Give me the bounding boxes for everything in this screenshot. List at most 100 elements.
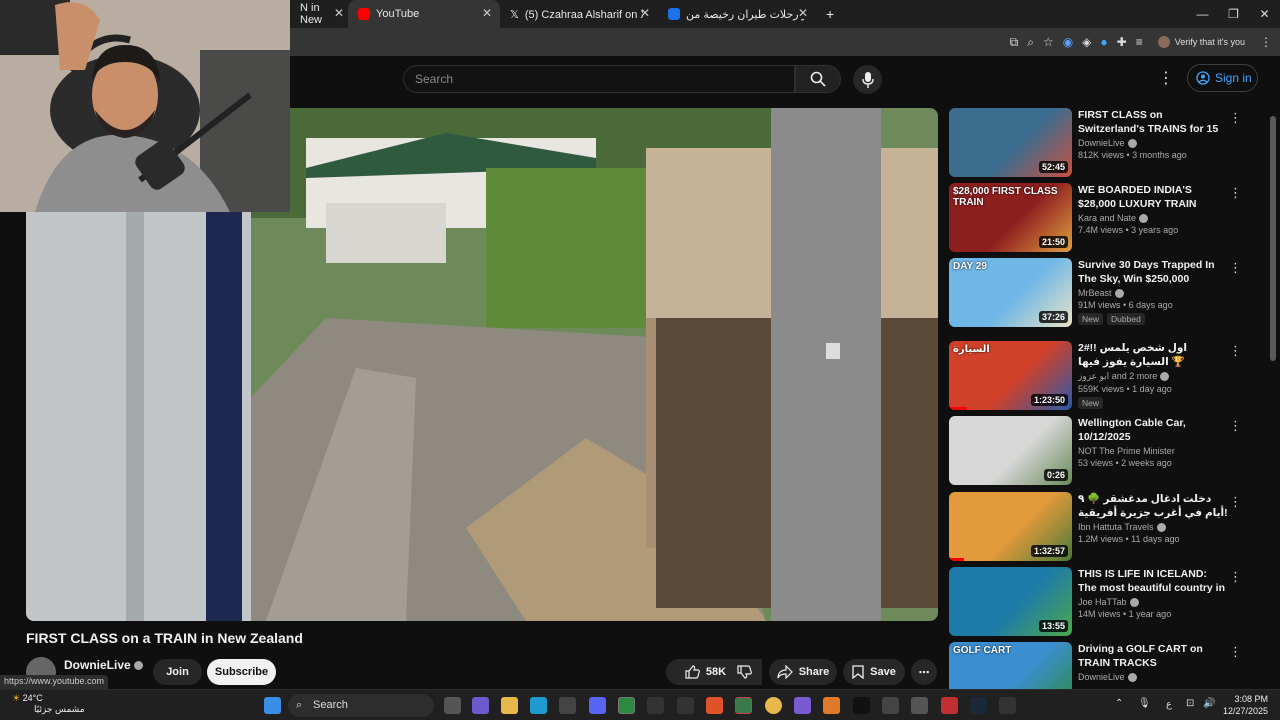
tray-mic-icon[interactable]: 🎙 xyxy=(1138,698,1151,709)
video-thumbnail[interactable]: 1:32:57 xyxy=(949,492,1072,561)
video-menu-icon[interactable]: ⋮ xyxy=(1229,418,1242,434)
file-explorer-icon[interactable] xyxy=(501,697,518,714)
chrome-icon[interactable] xyxy=(618,697,635,714)
video-thumbnail[interactable]: السيارة 1:23:50 xyxy=(949,341,1072,410)
channel-name[interactable]: DownieLive xyxy=(1078,138,1228,149)
video-thumbnail[interactable]: 13:55 xyxy=(949,567,1072,636)
app-icon-8[interactable] xyxy=(999,697,1016,714)
extension-blue-icon[interactable]: ● xyxy=(1100,35,1107,49)
minimize-icon[interactable]: — xyxy=(1187,0,1218,28)
extension-game-icon[interactable]: ◈ xyxy=(1082,35,1091,49)
video-thumbnail[interactable]: $28,000 FIRST CLASS TRAIN 21:50 xyxy=(949,183,1072,252)
channel-name[interactable]: NOT The Prime Minister xyxy=(1078,446,1228,456)
video-menu-icon[interactable]: ⋮ xyxy=(1229,343,1242,359)
channel-name[interactable]: ابو عزوز and 2 more xyxy=(1078,371,1228,382)
taskbar-clock[interactable]: 3:08 PM 12/27/2025 xyxy=(1223,693,1268,717)
video-thumbnail[interactable]: 0:26 xyxy=(949,416,1072,485)
video-title[interactable]: 2#!! اول شخص يلمس السيارة يفوز فيها 🏆 xyxy=(1078,341,1228,369)
recommended-video[interactable]: السيارة 1:23:50 2#!! اول شخص يلمس السيارة … xyxy=(949,341,1264,411)
media-control-icon[interactable]: ≡ xyxy=(1136,35,1143,49)
recommended-video[interactable]: 13:55 THIS IS LIFE IN ICELAND: The most b… xyxy=(949,567,1264,637)
install-app-icon[interactable]: ⧉ xyxy=(1010,35,1019,50)
search-input[interactable]: Search xyxy=(403,65,795,93)
app-icon-6[interactable] xyxy=(911,697,928,714)
close-tab-icon[interactable]: ✕ xyxy=(482,6,492,20)
restore-icon[interactable]: ❐ xyxy=(1218,0,1249,28)
bookmark-star-icon[interactable]: ☆ xyxy=(1043,35,1054,49)
extension-audio-icon[interactable]: ◉ xyxy=(1063,35,1073,49)
video-title[interactable]: Driving a GOLF CART on TRAIN TRACKS xyxy=(1078,642,1228,670)
task-view-icon[interactable] xyxy=(444,697,461,714)
video-menu-icon[interactable]: ⋮ xyxy=(1229,110,1242,126)
app-icon-2[interactable] xyxy=(677,697,694,714)
video-thumbnail[interactable]: DAY 29 37:26 xyxy=(949,258,1072,327)
app-icon-3[interactable] xyxy=(794,697,811,714)
channel-name[interactable]: DownieLive xyxy=(64,658,143,672)
page-scrollbar[interactable] xyxy=(1270,116,1276,361)
app-icon-4[interactable] xyxy=(823,697,840,714)
copilot-icon[interactable] xyxy=(472,697,489,714)
app-icon-7[interactable] xyxy=(941,697,958,714)
zoom-icon[interactable]: ⌕ xyxy=(1027,35,1034,50)
channel-name[interactable]: Joe HaTTab xyxy=(1078,597,1228,608)
recommended-video[interactable]: 0:26 Wellington Cable Car, 10/12/2025 NOT … xyxy=(949,416,1264,486)
tab-x-post[interactable]: 𝕏 (5) Czahraa Alsharif on X: "بالـ ... ✕ xyxy=(500,0,658,28)
video-menu-icon[interactable]: ⋮ xyxy=(1229,185,1242,201)
discord-icon[interactable] xyxy=(589,697,606,714)
share-button[interactable]: Share xyxy=(769,659,837,685)
weather-widget[interactable]: ☀ 24°C مشمس جزئيًا xyxy=(12,693,85,715)
app-icon-1[interactable] xyxy=(647,697,664,714)
taskbar-search[interactable]: ⌕ Search xyxy=(288,694,434,717)
video-title[interactable]: FIRST CLASS on Switzerland's TRAINS for … xyxy=(1078,108,1228,136)
store-icon[interactable] xyxy=(559,697,576,714)
tiktok-icon[interactable] xyxy=(853,697,870,714)
brave-icon[interactable] xyxy=(706,697,723,714)
video-title[interactable]: Wellington Cable Car, 10/12/2025 xyxy=(1078,416,1228,444)
profile-verify-button[interactable]: Verify that it's you xyxy=(1152,34,1251,50)
more-actions-button[interactable]: ⋯ xyxy=(911,659,937,685)
close-window-icon[interactable]: ✕ xyxy=(1249,0,1280,28)
subscribe-button[interactable]: Subscribe xyxy=(207,659,276,685)
video-title[interactable]: دخلت ادغال مدغشقر 🌳 ٩ أيام في أغرب جزيرة… xyxy=(1078,492,1228,520)
recommended-video[interactable]: 1:32:57 دخلت ادغال مدغشقر 🌳 ٩ أيام في أغر… xyxy=(949,492,1264,562)
video-menu-icon[interactable]: ⋮ xyxy=(1229,260,1242,276)
dislike-button[interactable] xyxy=(726,659,762,685)
tab-new-zealand[interactable]: N in New ✕ xyxy=(290,0,348,28)
video-title[interactable]: WE BOARDED INDIA'S $28,000 LUXURY TRAIN … xyxy=(1078,183,1228,211)
video-menu-icon[interactable]: ⋮ xyxy=(1229,494,1242,510)
join-button[interactable]: Join xyxy=(153,659,202,685)
start-menu-icon[interactable] xyxy=(264,697,281,714)
recommended-video[interactable]: DAY 29 37:26 Survive 30 Days Trapped In Th… xyxy=(949,258,1264,328)
volume-icon[interactable]: 🔊 xyxy=(1203,698,1215,709)
save-button[interactable]: Save xyxy=(843,659,905,685)
close-tab-icon[interactable]: ✕ xyxy=(798,6,808,20)
recommended-video[interactable]: $28,000 FIRST CLASS TRAIN 21:50 WE BOARDED… xyxy=(949,183,1264,253)
channel-name[interactable]: DownieLive xyxy=(1078,672,1228,683)
channel-name[interactable]: Ibn Hattuta Travels xyxy=(1078,522,1228,533)
new-tab-button[interactable]: + xyxy=(816,0,844,28)
channel-name[interactable]: Kara and Nate xyxy=(1078,213,1228,224)
emoji-app-icon[interactable] xyxy=(765,697,782,714)
voice-search-button[interactable] xyxy=(853,65,882,94)
search-button[interactable] xyxy=(795,65,841,93)
tray-chevron-icon[interactable]: ⌃ xyxy=(1115,698,1123,709)
tab-flights[interactable]: احجز رحلات طيران رخيصة من UH ✕ xyxy=(658,0,816,28)
language-indicator[interactable]: ع xyxy=(1166,699,1172,710)
extensions-puzzle-icon[interactable]: ✚ xyxy=(1117,35,1127,49)
video-thumbnail[interactable]: 52:45 xyxy=(949,108,1072,177)
settings-menu-icon[interactable]: ⋮ xyxy=(1158,68,1174,88)
sign-in-button[interactable]: Sign in xyxy=(1187,64,1258,92)
network-icon[interactable]: ⊡ xyxy=(1186,698,1194,709)
app-icon-5[interactable] xyxy=(882,697,899,714)
video-title[interactable]: THIS IS LIFE IN ICELAND: The most beauti… xyxy=(1078,567,1228,595)
close-tab-icon[interactable]: ✕ xyxy=(640,6,650,20)
edge-icon[interactable] xyxy=(530,697,547,714)
tab-youtube[interactable]: YouTube ✕ xyxy=(348,0,500,28)
terminal-icon[interactable] xyxy=(735,697,752,714)
video-menu-icon[interactable]: ⋮ xyxy=(1229,644,1242,660)
channel-name[interactable]: MrBeast xyxy=(1078,288,1228,299)
browser-menu-icon[interactable]: ⋮ xyxy=(1260,35,1272,49)
close-tab-icon[interactable]: ✕ xyxy=(334,6,344,20)
recommended-video[interactable]: 52:45 FIRST CLASS on Switzerland's TRAINS… xyxy=(949,108,1264,178)
video-title[interactable]: Survive 30 Days Trapped In The Sky, Win … xyxy=(1078,258,1228,286)
